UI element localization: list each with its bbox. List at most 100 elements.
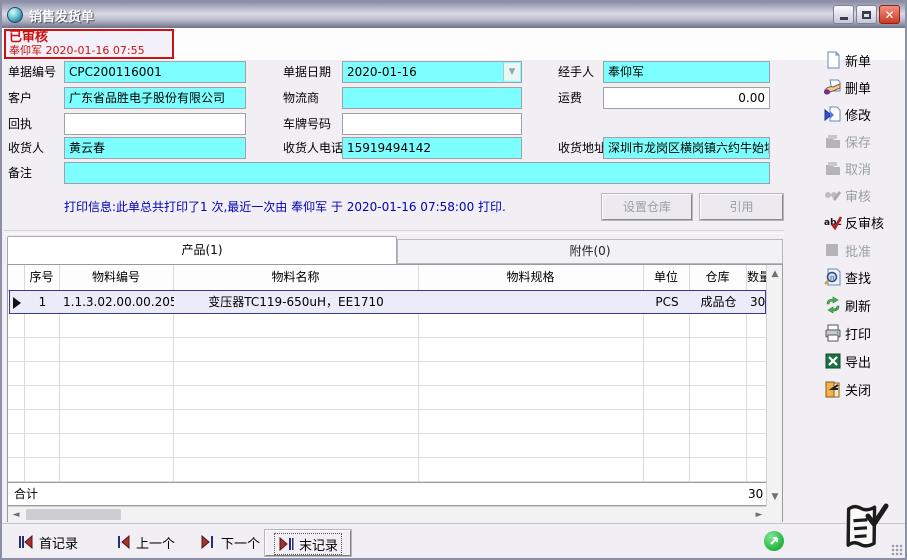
horizontal-scrollbar[interactable]: ◄ ► (8, 506, 767, 522)
remark-label: 备注 (8, 162, 32, 184)
col-unit[interactable]: 单位 (643, 265, 689, 289)
logistics-label: 物流商 (283, 87, 319, 109)
receipt-field[interactable] (64, 113, 246, 135)
quote-button[interactable]: 引用 (700, 194, 783, 220)
next-record-button[interactable]: 下一个 (200, 530, 260, 554)
table-body: 1 1.1.3.02.00.00.205S 变压器TC119-650uH，EE1… (8, 290, 767, 506)
order-no-label: 单据编号 (8, 61, 56, 83)
maximize-button[interactable] (856, 5, 877, 24)
col-warehouse[interactable]: 仓库 (689, 265, 746, 289)
cell-warehouse[interactable]: 成品仓 (690, 291, 747, 313)
sidebar-item-audit[interactable]: 审核 (824, 183, 871, 207)
order-date-label: 单据日期 (283, 61, 331, 83)
prev-record-icon (115, 535, 131, 549)
sidebar-item-delete[interactable]: 删单 (824, 75, 871, 99)
close-button[interactable]: ✕ (879, 5, 900, 24)
totals-label: 合计 (14, 483, 58, 505)
tab-products[interactable]: 产品(1) (7, 236, 397, 264)
plate-no-field[interactable] (342, 113, 522, 135)
excel-export-icon (824, 352, 842, 370)
set-warehouse-button[interactable]: 设置仓库 (602, 194, 692, 220)
last-record-icon (278, 537, 294, 551)
resize-grip[interactable] (891, 544, 903, 556)
printer-icon (824, 324, 842, 342)
totals-row: 合计 30 (8, 482, 767, 506)
products-table: 序号 物料编号 物料名称 物料规格 单位 仓库 数量 1 1.1.3.02.00… (7, 264, 783, 522)
approve-icon (824, 241, 842, 259)
sales-delivery-window: 销售发货单 ✕ 已审核 奉仰军 2020-01-16 07:55 单据编号 CP… (0, 0, 907, 560)
sidebar-item-approve[interactable]: 批准 (824, 238, 871, 262)
cell-unit[interactable]: PCS (644, 291, 690, 313)
receiver-label: 收货人 (8, 137, 44, 159)
svg-text:n: n (830, 274, 834, 282)
receiver-field[interactable]: 黄云春 (64, 137, 246, 159)
first-record-icon (18, 535, 34, 549)
delivery-address-label: 收货地址 (558, 137, 606, 159)
sidebar-item-cancel[interactable]: 取消 (824, 156, 871, 180)
scrollbar-thumb[interactable] (26, 509, 121, 520)
scrollbar-corner (766, 506, 782, 522)
vertical-scrollbar[interactable]: ▲ ▼ (766, 265, 782, 506)
customer-field[interactable]: 广东省品胜电子股份有限公司 (64, 87, 246, 109)
freight-label: 运费 (558, 87, 582, 109)
cancel-icon (824, 159, 842, 177)
order-no-field[interactable]: CPC200116001 (64, 61, 246, 83)
cell-name[interactable]: 变压器TC119-650uH，EE1710 (174, 291, 418, 313)
app-globe-icon (7, 7, 23, 23)
minimize-button[interactable] (833, 5, 854, 24)
scroll-down-icon[interactable]: ▼ (767, 490, 783, 504)
new-document-icon (824, 51, 842, 69)
date-dropdown-icon[interactable]: ▼ (503, 63, 520, 81)
col-name[interactable]: 物料名称 (173, 265, 418, 289)
cell-code[interactable]: 1.1.3.02.00.00.205S (63, 291, 174, 313)
sync-status-icon[interactable] (764, 531, 784, 551)
prev-record-button[interactable]: 上一个 (115, 530, 175, 554)
scroll-left-icon[interactable]: ◄ (8, 508, 24, 522)
next-record-icon (200, 535, 216, 549)
sidebar-item-save[interactable]: 保存 (824, 129, 871, 153)
remark-field[interactable] (64, 162, 770, 184)
sidebar-item-refresh[interactable]: 刷新 (824, 293, 871, 317)
table-row[interactable]: 1 1.1.3.02.00.00.205S 变压器TC119-650uH，EE1… (9, 290, 766, 314)
col-qty[interactable]: 数量 (747, 265, 767, 289)
modify-arrow-icon (824, 105, 842, 123)
order-date-field[interactable]: 2020-01-16 ▼ (342, 61, 522, 83)
delivery-address-field[interactable]: 深圳市龙岗区横岗镇六约牛始埔 (603, 137, 770, 159)
title-bar[interactable]: 销售发货单 ✕ (2, 2, 905, 29)
col-no[interactable]: 序号 (24, 265, 59, 289)
tab-attachments[interactable]: 附件(0) (397, 239, 783, 264)
sidebar-item-modify[interactable]: 修改 (824, 102, 871, 126)
cell-spec[interactable] (419, 291, 643, 313)
save-icon (824, 132, 842, 150)
handler-field[interactable]: 奉仰军 (603, 61, 770, 83)
last-record-button[interactable]: 末记录 (265, 530, 351, 556)
logistics-field[interactable] (342, 87, 522, 109)
sidebar-item-close[interactable]: 关闭 (824, 377, 871, 401)
cell-no[interactable]: 1 (25, 291, 60, 313)
approved-document-icon (838, 502, 890, 557)
scroll-up-icon[interactable]: ▲ (767, 267, 783, 281)
first-record-button[interactable]: 首记录 (18, 530, 78, 554)
col-spec[interactable]: 物料规格 (418, 265, 643, 289)
window-title: 销售发货单 (29, 6, 94, 25)
refresh-icon (824, 296, 842, 314)
receiver-phone-field[interactable]: 15919494142 (342, 137, 522, 159)
sidebar-item-find[interactable]: n 查找 (824, 265, 871, 289)
sidebar-item-export[interactable]: 导出 (824, 349, 871, 373)
receiver-phone-label: 收货人电话 (283, 137, 343, 159)
table-header: 序号 物料编号 物料名称 物料规格 单位 仓库 数量 (8, 265, 782, 291)
customer-label: 客户 (8, 87, 32, 109)
cell-qty[interactable]: 30 (750, 291, 767, 313)
totals-qty: 30 (748, 483, 765, 505)
freight-field[interactable]: 0.00 (603, 87, 770, 109)
unaudit-check-icon: abc (824, 213, 842, 231)
receipt-label: 回执 (8, 113, 32, 135)
col-code[interactable]: 物料编号 (59, 265, 173, 289)
sidebar-item-new[interactable]: 新单 (824, 48, 871, 72)
print-info: 打印信息:此单总共打印了1 次,最近一次由 奉仰军 于 2020-01-16 0… (64, 198, 506, 215)
sidebar-item-print[interactable]: 打印 (824, 321, 871, 345)
scroll-right-icon[interactable]: ► (751, 508, 767, 522)
close-door-icon (824, 380, 842, 398)
sidebar-item-unaudit[interactable]: abc 反审核 (824, 210, 884, 234)
current-row-icon (13, 297, 21, 309)
